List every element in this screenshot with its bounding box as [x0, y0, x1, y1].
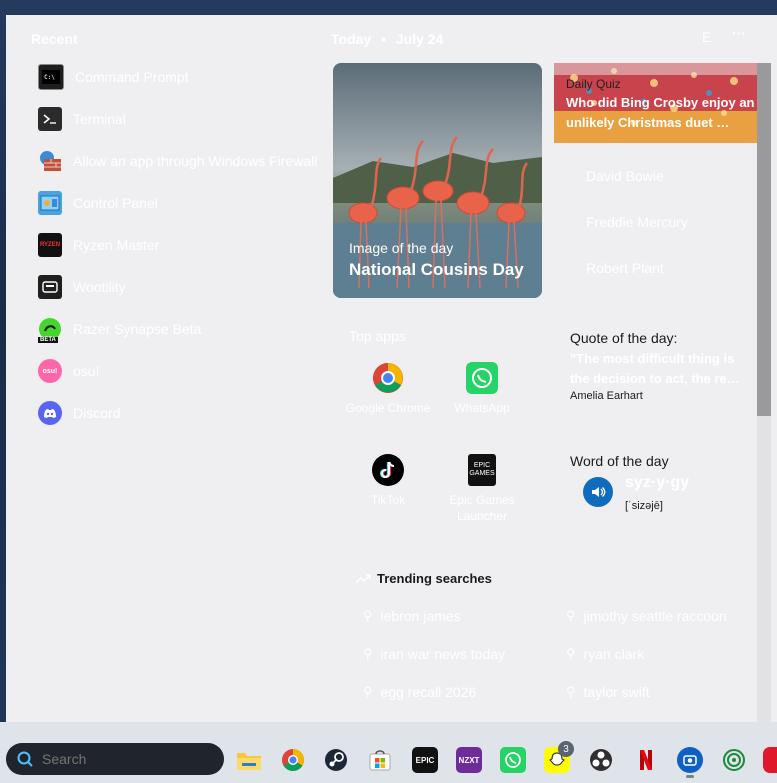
chrome-icon[interactable]: [280, 747, 306, 773]
quote-author: Amelia Earhart: [570, 390, 643, 402]
discord-icon: [38, 401, 62, 425]
recent-item-firewall[interactable]: Allow an app through Windows Firewall: [38, 147, 338, 175]
quiz-label: Daily Quiz: [566, 77, 621, 91]
taskbar-search-box[interactable]: [6, 743, 224, 775]
top-app-label: WhatsApp: [454, 401, 510, 415]
image-of-the-day-title: National Cousins Day: [349, 260, 524, 279]
top-app-label: Epic Games Launcher: [449, 493, 515, 523]
search-icon: ⚲: [566, 646, 576, 661]
search-icon: [17, 751, 33, 767]
recent-item-label: Control Panel: [73, 195, 158, 211]
pronunciation-audio-button[interactable]: [583, 477, 613, 507]
top-app-chrome[interactable]: Google Chrome: [343, 362, 433, 416]
razer-synapse-icon: BETA: [38, 317, 62, 343]
trending-item[interactable]: ⚲ taylor swift: [566, 684, 650, 700]
top-app-tiktok[interactable]: TikTok: [343, 454, 433, 508]
profile-avatar-button[interactable]: E: [702, 29, 711, 45]
recent-item-label: Razer Synapse Beta: [73, 321, 202, 337]
quiz-answer-2[interactable]: Freddie Mercury: [586, 214, 688, 230]
file-explorer-icon[interactable]: [236, 747, 262, 773]
image-of-the-day-label: Image of the day: [349, 240, 454, 256]
recent-item-terminal[interactable]: Terminal: [38, 105, 338, 133]
trending-header: Trending searches: [355, 571, 492, 586]
epic-games-icon: EPIC GAMES: [468, 454, 496, 486]
date-header: Today • July 24: [331, 31, 444, 47]
whatsapp-icon[interactable]: [500, 747, 526, 773]
search-icon: ⚲: [363, 684, 373, 699]
trending-item[interactable]: ⚲ lebron james: [363, 608, 461, 624]
word-text: syz·y·gy: [625, 474, 690, 491]
notification-badge: 3: [558, 741, 574, 757]
quote-text[interactable]: "The most difficult thing is the decisio…: [570, 349, 746, 389]
app-icon[interactable]: [721, 747, 747, 773]
trending-item[interactable]: ⚲ jimothy seattle raccoon: [566, 608, 727, 624]
recent-item-discord[interactable]: Discord: [38, 399, 338, 427]
wootility-icon: [38, 275, 62, 299]
active-app-indicator: [686, 775, 694, 778]
nzxt-icon[interactable]: NZXT: [456, 747, 482, 773]
top-app-whatsapp[interactable]: WhatsApp: [437, 362, 527, 416]
trending-title: Trending searches: [377, 571, 492, 586]
steam-icon[interactable]: [323, 747, 349, 773]
svg-text:C:\: C:\: [44, 74, 55, 81]
recent-item-label: Allow an app through Windows Firewall: [73, 153, 318, 169]
trending-item[interactable]: ⚲ egg recall 2026: [363, 684, 476, 700]
search-icon: ⚲: [363, 608, 373, 623]
recent-item-wootility[interactable]: Wootility: [38, 273, 338, 301]
search-icon: ⚲: [566, 608, 576, 623]
search-input[interactable]: [40, 750, 204, 768]
search-icon: ⚲: [363, 646, 373, 661]
whatsapp-icon: [466, 362, 498, 394]
microsoft-store-icon[interactable]: [367, 747, 393, 773]
trending-arrow-icon: [355, 573, 371, 584]
capture-icon[interactable]: [677, 747, 703, 773]
terminal-icon: [38, 107, 62, 131]
recent-item-command-prompt[interactable]: C:\ Command Prompt: [38, 63, 338, 91]
quiz-answer-3[interactable]: Robert Plant: [586, 260, 664, 276]
recent-item-razer-synapse[interactable]: BETA Razer Synapse Beta: [38, 315, 338, 343]
command-prompt-icon: C:\: [38, 64, 64, 90]
top-app-label: Google Chrome: [345, 401, 431, 415]
recent-item-osu[interactable]: osu! osu!: [38, 357, 338, 385]
word-title: Word of the day: [570, 453, 669, 469]
recent-item-control-panel[interactable]: Control Panel: [38, 189, 338, 217]
top-apps-title: Top apps: [349, 328, 406, 344]
recent-item-label: osu!: [73, 363, 100, 379]
image-of-the-day-card[interactable]: Image of the day National Cousins Day: [333, 63, 542, 298]
search-icon: ⚲: [566, 684, 576, 699]
top-app-epic-games[interactable]: EPIC GAMES Epic Games Launcher: [437, 454, 527, 524]
more-options-button[interactable]: ···: [732, 25, 746, 41]
netflix-icon[interactable]: [633, 747, 659, 773]
chrome-icon: [372, 362, 404, 394]
epic-games-icon[interactable]: EPIC: [412, 747, 438, 773]
tiktok-icon: [372, 454, 404, 486]
quiz-answer-1[interactable]: David Bowie: [586, 168, 664, 184]
trending-item[interactable]: ⚲ iran war news today: [363, 646, 505, 662]
recent-item-ryzen-master[interactable]: RYZEN Ryzen Master: [38, 231, 338, 259]
widgets-panel: Recent C:\ Command Prompt Terminal Allow…: [6, 15, 777, 722]
recent-item-label: Discord: [73, 405, 121, 421]
trending-item[interactable]: ⚲ ryan clark: [566, 646, 644, 662]
ryzen-master-icon: RYZEN: [38, 233, 62, 257]
recent-item-label: Terminal: [73, 111, 126, 127]
quiz-question: Who did Bing Crosby enjoy an unlikely Ch…: [566, 95, 755, 130]
taskbar: EPIC NZXT 3: [0, 722, 777, 783]
scrollbar-thumb[interactable]: [757, 63, 771, 416]
recent-item-label: Ryzen Master: [73, 237, 160, 253]
top-app-label: TikTok: [370, 493, 406, 507]
recent-item-label: Command Prompt: [75, 69, 189, 85]
recent-item-label: Wootility: [73, 279, 126, 295]
app-red-icon[interactable]: [763, 747, 777, 773]
obs-icon[interactable]: [588, 747, 614, 773]
daily-quiz-card[interactable]: Daily Quiz Who did Bing Crosby enjoy an …: [554, 63, 763, 143]
recent-title: Recent: [31, 31, 78, 47]
control-panel-icon: [38, 191, 62, 215]
osu-icon: osu!: [38, 359, 62, 383]
word-pronunciation: [ˈsizəjē]: [625, 500, 663, 512]
speaker-icon: [592, 487, 606, 497]
quote-title: Quote of the day:: [570, 330, 678, 346]
firewall-icon: [38, 149, 62, 173]
